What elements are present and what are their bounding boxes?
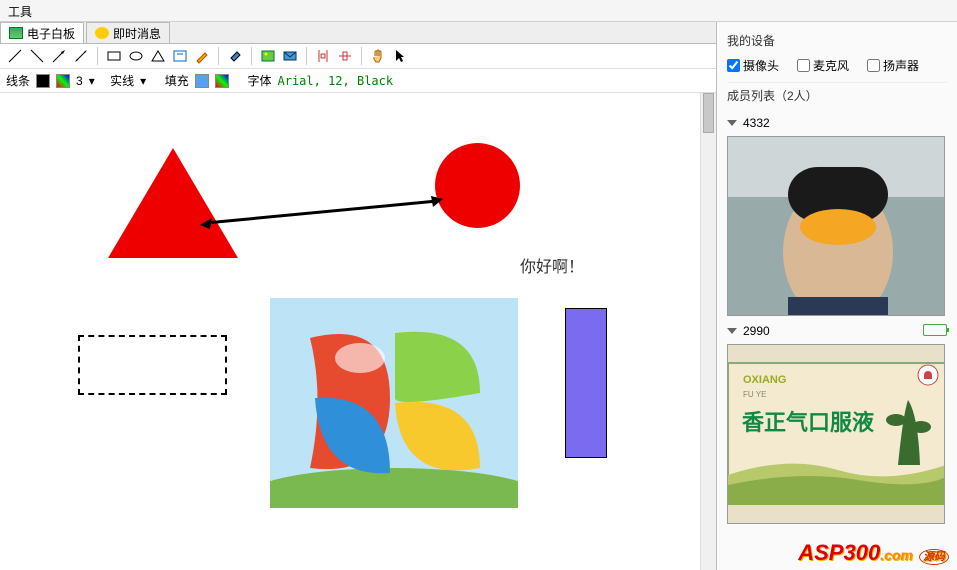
site-logo: ASP300.com 源码 — [798, 540, 949, 566]
separator — [361, 47, 362, 65]
pen-tool-icon[interactable] — [193, 47, 211, 65]
shape-dashed-rect[interactable] — [78, 335, 227, 395]
svg-text:FU YE: FU YE — [743, 390, 766, 399]
vertical-scrollbar[interactable] — [700, 93, 716, 570]
ellipse-tool-icon[interactable] — [127, 47, 145, 65]
line-style-label[interactable]: 实线 — [110, 72, 134, 89]
speaker-checkbox[interactable]: 扬声器 — [867, 57, 919, 74]
chevron-down-icon — [727, 328, 737, 334]
member-toggle[interactable]: 4332 — [727, 114, 947, 132]
tab-im[interactable]: 即时消息 — [86, 22, 170, 43]
triangle-tool-icon[interactable] — [149, 47, 167, 65]
fill-color-picker-icon[interactable] — [215, 74, 229, 88]
main-split: 电子白板 即时消息 — [0, 22, 957, 570]
menu-tools[interactable]: 工具 — [8, 5, 32, 19]
canvas-area: 你好啊！ — [0, 93, 716, 570]
line-tool-icon[interactable] — [6, 47, 24, 65]
embedded-image[interactable] — [270, 298, 518, 508]
mail-tool-icon[interactable] — [281, 47, 299, 65]
separator — [97, 47, 98, 65]
whiteboard-icon — [9, 27, 23, 39]
fill-tool-icon[interactable] — [226, 47, 244, 65]
rect-tool-icon[interactable] — [105, 47, 123, 65]
fill-color-swatch[interactable] — [195, 74, 209, 88]
member-toggle[interactable]: 2990 — [727, 322, 947, 340]
shape-purple-rect[interactable] — [565, 308, 607, 458]
line-color-picker-icon[interactable] — [56, 74, 70, 88]
shape-arrow[interactable] — [200, 193, 445, 233]
my-devices-title: 我的设备 — [727, 28, 947, 53]
battery-icon — [923, 324, 947, 336]
chevron-down-icon — [727, 120, 737, 126]
member-id: 4332 — [743, 116, 770, 130]
line-color-swatch[interactable] — [36, 74, 50, 88]
text-tool-icon[interactable] — [171, 47, 189, 65]
menubar: 工具 — [0, 0, 957, 22]
line-width-value[interactable]: 3 — [76, 74, 83, 88]
line-label: 线条 — [6, 72, 30, 89]
style-toolbar: 线条 3 ▾ 实线 ▾ 填充 字体 Arial, 12, Black — [0, 69, 716, 93]
distribute-tool-icon[interactable] — [336, 47, 354, 65]
tab-im-label: 即时消息 — [113, 25, 161, 42]
dropdown-icon[interactable]: ▾ — [89, 74, 95, 88]
whiteboard-canvas[interactable]: 你好啊！ — [0, 93, 716, 570]
separator — [251, 47, 252, 65]
svg-text:香正气口服液: 香正气口服液 — [742, 410, 874, 435]
tab-whiteboard[interactable]: 电子白板 — [0, 22, 84, 43]
image-tool-icon[interactable] — [259, 47, 277, 65]
hand-tool-icon[interactable] — [369, 47, 387, 65]
svg-text:OXIANG: OXIANG — [743, 374, 786, 386]
dropdown-icon[interactable]: ▾ — [140, 74, 146, 88]
font-label: 字体 — [247, 72, 271, 89]
member-item: 4332 — [727, 114, 947, 316]
separator — [306, 47, 307, 65]
text-greeting[interactable]: 你好啊！ — [520, 253, 584, 277]
cursor-tool-icon[interactable] — [391, 47, 409, 65]
arrow-tool-icon[interactable] — [50, 47, 68, 65]
separator — [218, 47, 219, 65]
font-value[interactable]: Arial, 12, Black — [278, 74, 394, 88]
member-video[interactable]: OXIANG FU YE 香正气口服液 — [727, 344, 945, 524]
fill-label: 填充 — [165, 72, 189, 89]
member-item: 2990 OXIANG FU YE 香正气口服液 — [727, 322, 947, 524]
member-id: 2990 — [743, 324, 770, 338]
line2-tool-icon[interactable] — [28, 47, 46, 65]
left-panel: 电子白板 即时消息 — [0, 22, 717, 570]
tab-whiteboard-label: 电子白板 — [27, 25, 75, 42]
mic-checkbox[interactable]: 麦克风 — [797, 57, 849, 74]
right-panel: 我的设备 摄像头 麦克风 扬声器 成员列表（2人） 4332 — [717, 22, 957, 570]
align-tool-icon[interactable] — [314, 47, 332, 65]
shape-toolbar — [0, 44, 716, 69]
camera-checkbox[interactable]: 摄像头 — [727, 57, 779, 74]
device-options: 摄像头 麦克风 扬声器 — [727, 53, 947, 83]
member-list-title: 成员列表（2人） — [727, 83, 947, 108]
member-video[interactable] — [727, 136, 945, 316]
tab-bar: 电子白板 即时消息 — [0, 22, 716, 44]
shape-circle[interactable] — [435, 143, 520, 228]
chat-icon — [95, 27, 109, 39]
darrow-tool-icon[interactable] — [72, 47, 90, 65]
